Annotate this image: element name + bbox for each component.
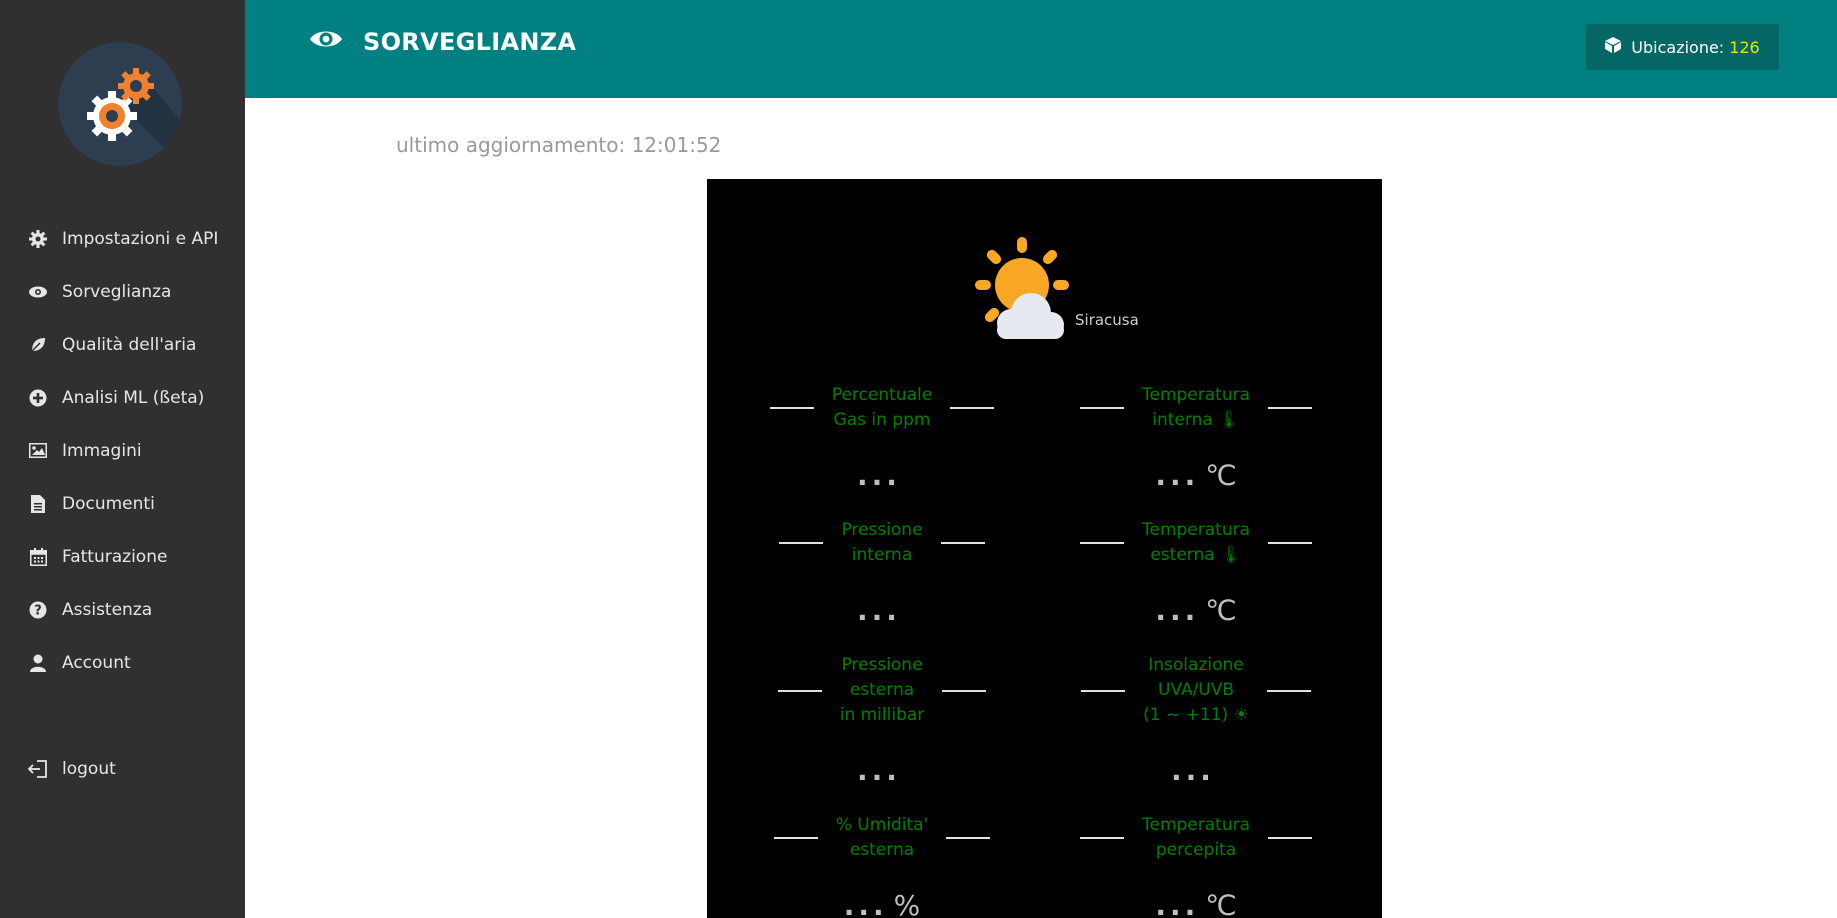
divider bbox=[773, 837, 818, 839]
sidebar-item-label: Qualità dell'aria bbox=[62, 334, 197, 355]
user-icon bbox=[28, 653, 48, 673]
metric-label: Pressione interna bbox=[841, 520, 923, 565]
metric-value: ... bbox=[857, 459, 901, 492]
sidebar: Impostazioni e API Sorveglianza Qualità … bbox=[0, 0, 245, 918]
divider bbox=[769, 407, 814, 409]
location-label: Ubicazione: bbox=[1631, 37, 1725, 57]
sidebar-item-documenti[interactable]: Documenti bbox=[0, 477, 245, 530]
sidebar-item-label: Fatturazione bbox=[62, 546, 168, 567]
metric-value: ... bbox=[857, 594, 901, 627]
gears-logo-icon bbox=[87, 68, 182, 166]
logout-icon bbox=[28, 759, 48, 779]
sidebar-item-label: Account bbox=[62, 652, 131, 673]
document-icon bbox=[28, 494, 48, 514]
cube-icon bbox=[1605, 37, 1622, 57]
eye-icon bbox=[28, 282, 48, 302]
metric-uv-index: Insolazione UVA/UVB (1 ~ +11) ☀ ... bbox=[1066, 653, 1326, 787]
metric-label: Insolazione UVA/UVB (1 ~ +11) ☀ bbox=[1143, 655, 1249, 725]
sidebar-item-analisi-ml[interactable]: Analisi ML (ßeta) bbox=[0, 371, 245, 424]
sidebar-item-label: Impostazioni e API bbox=[62, 228, 219, 249]
eye-icon bbox=[309, 28, 343, 56]
metric-perceived-temperature: Temperatura percepita ... ℃ bbox=[1066, 813, 1326, 918]
metric-gas-ppm: Percentuale Gas in ppm ... bbox=[752, 383, 1012, 492]
divider bbox=[1266, 689, 1311, 692]
page-title-text: SORVEGLIANZA bbox=[363, 28, 577, 56]
page-title: SORVEGLIANZA bbox=[309, 28, 576, 56]
sidebar-item-assistenza[interactable]: ? Assistenza bbox=[0, 583, 245, 636]
metric-label: Temperatura interna 🌡 bbox=[1141, 385, 1251, 430]
metric-value: ... ℃ bbox=[1155, 459, 1237, 492]
metric-value: ... bbox=[1171, 754, 1215, 787]
sidebar-item-label: Assistenza bbox=[62, 599, 153, 620]
divider bbox=[950, 407, 995, 409]
image-icon bbox=[28, 441, 48, 461]
metric-internal-temperature: Temperatura interna 🌡 ... ℃ bbox=[1066, 383, 1326, 492]
location-value: 126 bbox=[1729, 37, 1760, 57]
weather-panel: Siracusa Percentuale Gas in ppm ... Temp… bbox=[707, 179, 1382, 918]
metric-label: Pressione esterna in millibar bbox=[839, 655, 925, 725]
logout-label: logout bbox=[62, 758, 116, 779]
divider bbox=[942, 689, 987, 692]
divider bbox=[940, 542, 985, 544]
metric-external-humidity: % Umidita' esterna ...% bbox=[752, 813, 1012, 918]
metric-label: Percentuale Gas in ppm bbox=[831, 385, 933, 430]
divider bbox=[1081, 689, 1126, 692]
metric-internal-pressure: Pressione interna ... bbox=[752, 518, 1012, 627]
divider bbox=[1268, 542, 1313, 544]
metric-value: ... ℃ bbox=[1155, 594, 1237, 627]
divider bbox=[1268, 837, 1313, 839]
sidebar-item-label: Sorveglianza bbox=[62, 281, 172, 302]
sidebar-item-sorveglianza[interactable]: Sorveglianza bbox=[0, 265, 245, 318]
metric-value: ... bbox=[857, 754, 901, 787]
sidebar-item-immagini[interactable]: Immagini bbox=[0, 424, 245, 477]
calendar-icon bbox=[28, 547, 48, 567]
metric-external-pressure: Pressione esterna in millibar ... bbox=[752, 653, 1012, 787]
plus-circle-icon bbox=[28, 388, 48, 408]
gear-icon bbox=[28, 229, 48, 249]
sidebar-item-label: Immagini bbox=[62, 440, 142, 461]
city-label: Siracusa bbox=[1075, 311, 1139, 329]
logout-button[interactable]: logout bbox=[0, 742, 245, 795]
app-logo[interactable] bbox=[58, 42, 182, 166]
sidebar-item-label: Documenti bbox=[62, 493, 155, 514]
sidebar-item-impostazioni[interactable]: Impostazioni e API bbox=[0, 212, 245, 265]
metric-label: % Umidita' esterna bbox=[835, 815, 929, 860]
leaf-icon bbox=[28, 335, 48, 355]
divider bbox=[1079, 542, 1124, 544]
divider bbox=[777, 689, 822, 692]
divider bbox=[779, 542, 824, 544]
sidebar-item-label: Analisi ML (ßeta) bbox=[62, 387, 205, 408]
last-update-text: ultimo aggiornamento: 12:01:52 bbox=[396, 133, 722, 157]
question-icon: ? bbox=[28, 600, 48, 620]
sidebar-item-account[interactable]: Account bbox=[0, 636, 245, 689]
metric-external-temperature: Temperatura esterna 🌡 ... ℃ bbox=[1066, 518, 1326, 627]
metric-label: Temperatura esterna 🌡 bbox=[1141, 520, 1251, 565]
divider bbox=[1079, 407, 1124, 409]
sidebar-item-qualita-aria[interactable]: Qualità dell'aria bbox=[0, 318, 245, 371]
divider bbox=[1268, 407, 1313, 409]
svg-text:?: ? bbox=[34, 603, 42, 618]
top-header: SORVEGLIANZA Ubicazione: 126 bbox=[245, 0, 1837, 98]
metric-value: ... ℃ bbox=[1155, 889, 1237, 918]
metric-label: Temperatura percepita bbox=[1141, 815, 1251, 860]
location-button[interactable]: Ubicazione: 126 bbox=[1586, 24, 1779, 70]
divider bbox=[1079, 837, 1124, 839]
partly-cloudy-icon bbox=[965, 237, 1075, 345]
divider bbox=[946, 837, 991, 839]
sidebar-nav: Impostazioni e API Sorveglianza Qualità … bbox=[0, 212, 245, 779]
metric-value: ...% bbox=[843, 889, 921, 918]
sidebar-item-fatturazione[interactable]: Fatturazione bbox=[0, 530, 245, 583]
